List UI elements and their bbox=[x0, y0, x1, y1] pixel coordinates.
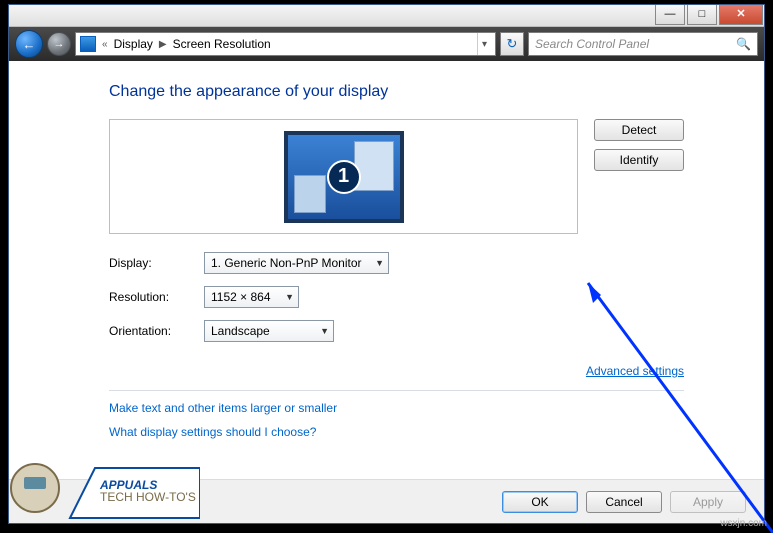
advanced-row: Advanced settings bbox=[109, 364, 684, 378]
orientation-value: Landscape bbox=[211, 324, 270, 338]
detect-button[interactable]: Detect bbox=[594, 119, 684, 141]
make-text-larger-link[interactable]: Make text and other items larger or smal… bbox=[109, 401, 684, 415]
preview-buttons: Detect Identify bbox=[594, 119, 684, 171]
display-row: Display: 1. Generic Non-PnP Monitor ▼ bbox=[109, 252, 684, 274]
close-button[interactable]: ✕ bbox=[719, 5, 763, 25]
resolution-value: 1152 × 864 bbox=[211, 290, 271, 304]
forward-button[interactable]: → bbox=[47, 32, 71, 56]
footer: OK Cancel Apply bbox=[9, 479, 764, 523]
breadcrumb-screen-resolution[interactable]: Screen Resolution bbox=[173, 37, 271, 51]
display-preview-box[interactable]: 1 bbox=[109, 119, 578, 234]
chevron-down-icon: ▼ bbox=[375, 258, 384, 268]
monitor-icon[interactable]: 1 bbox=[284, 131, 404, 223]
display-value: 1. Generic Non-PnP Monitor bbox=[211, 256, 362, 270]
chevron-down-icon: ▼ bbox=[320, 326, 329, 336]
help-links: Make text and other items larger or smal… bbox=[109, 401, 684, 439]
minimize-button[interactable]: — bbox=[655, 5, 685, 25]
cancel-button[interactable]: Cancel bbox=[586, 491, 662, 513]
search-icon: 🔍 bbox=[736, 37, 751, 51]
resolution-row: Resolution: 1152 × 864 ▼ bbox=[109, 286, 684, 308]
search-input[interactable]: Search Control Panel 🔍 bbox=[528, 32, 758, 56]
search-placeholder: Search Control Panel bbox=[535, 37, 649, 51]
orientation-label: Orientation: bbox=[109, 324, 204, 338]
identify-button[interactable]: Identify bbox=[594, 149, 684, 171]
ok-button[interactable]: OK bbox=[502, 491, 578, 513]
apply-button: Apply bbox=[670, 491, 746, 513]
chevron-icon: « bbox=[102, 39, 108, 50]
display-preview-row: 1 Detect Identify bbox=[109, 119, 684, 234]
orientation-row: Orientation: Landscape ▼ bbox=[109, 320, 684, 342]
monitor-number: 1 bbox=[327, 160, 361, 194]
maximize-button[interactable]: □ bbox=[687, 5, 717, 25]
display-combo[interactable]: 1. Generic Non-PnP Monitor ▼ bbox=[204, 252, 389, 274]
address-bar[interactable]: « Display ▶ Screen Resolution ▾ bbox=[75, 32, 496, 56]
back-button[interactable]: ← bbox=[15, 30, 43, 58]
resolution-label: Resolution: bbox=[109, 290, 204, 304]
divider bbox=[109, 390, 684, 391]
titlebar: — □ ✕ bbox=[9, 5, 764, 27]
page-title: Change the appearance of your display bbox=[109, 83, 684, 101]
breadcrumb-display[interactable]: Display bbox=[114, 37, 153, 51]
chevron-right-icon: ▶ bbox=[159, 39, 167, 50]
display-label: Display: bbox=[109, 256, 204, 270]
address-dropdown-icon[interactable]: ▾ bbox=[477, 33, 491, 55]
content-area: Change the appearance of your display 1 … bbox=[9, 61, 764, 479]
navbar: ← → « Display ▶ Screen Resolution ▾ ↻ Se… bbox=[9, 27, 764, 61]
advanced-settings-link[interactable]: Advanced settings bbox=[586, 364, 684, 378]
watermark: wsxjn.com bbox=[720, 518, 767, 529]
window: — □ ✕ ← → « Display ▶ Screen Resolution … bbox=[8, 4, 765, 524]
control-panel-icon bbox=[80, 36, 96, 52]
what-settings-link[interactable]: What display settings should I choose? bbox=[109, 425, 684, 439]
refresh-button[interactable]: ↻ bbox=[500, 32, 524, 56]
resolution-combo[interactable]: 1152 × 864 ▼ bbox=[204, 286, 299, 308]
chevron-down-icon: ▼ bbox=[285, 292, 294, 302]
settings-form: Display: 1. Generic Non-PnP Monitor ▼ Re… bbox=[109, 252, 684, 342]
orientation-combo[interactable]: Landscape ▼ bbox=[204, 320, 334, 342]
